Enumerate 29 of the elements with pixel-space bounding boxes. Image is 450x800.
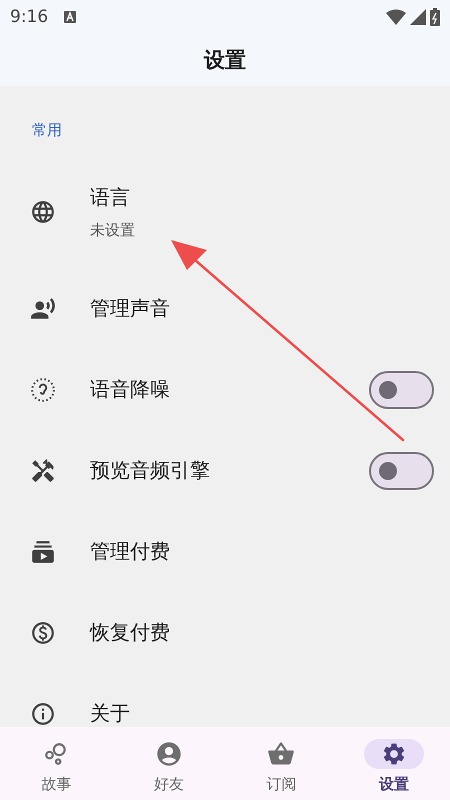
speaking-person-icon	[30, 296, 56, 322]
signal-icon	[410, 9, 426, 25]
nav-tab[interactable]: 订阅	[225, 727, 338, 800]
page-title: 设置	[204, 47, 246, 74]
toggle-switch[interactable]	[369, 370, 434, 408]
notification-icon	[64, 11, 76, 23]
nav-tab[interactable]: 故事	[0, 727, 112, 800]
setting-title[interactable]: 管理声音	[90, 295, 434, 322]
globe-icon	[30, 199, 56, 225]
tools-icon	[30, 458, 56, 484]
nav-tab[interactable]: 设置	[338, 727, 450, 800]
setting-title[interactable]: 语音降噪	[90, 376, 369, 403]
status-time: 9:16	[10, 7, 48, 27]
person-icon	[154, 740, 183, 768]
setting-title[interactable]: 关于	[90, 700, 434, 727]
setting-title[interactable]: 恢复付费	[90, 619, 434, 646]
info-icon	[30, 700, 56, 726]
toggle-switch[interactable]	[369, 452, 434, 490]
setting-title[interactable]: 预览音频引擎	[90, 457, 369, 484]
battery-icon	[430, 8, 440, 26]
wifi-icon	[386, 9, 406, 25]
dollar-icon	[30, 620, 56, 646]
nav-tab[interactable]: 好友	[112, 727, 225, 800]
setting-title[interactable]: 语言	[90, 184, 434, 211]
setting-title[interactable]: 管理付费	[90, 538, 434, 565]
setting-value: 未设置	[90, 221, 136, 240]
section-label: 常用	[31, 120, 63, 141]
ear-icon	[30, 376, 56, 402]
subscriptions-icon	[30, 538, 56, 564]
